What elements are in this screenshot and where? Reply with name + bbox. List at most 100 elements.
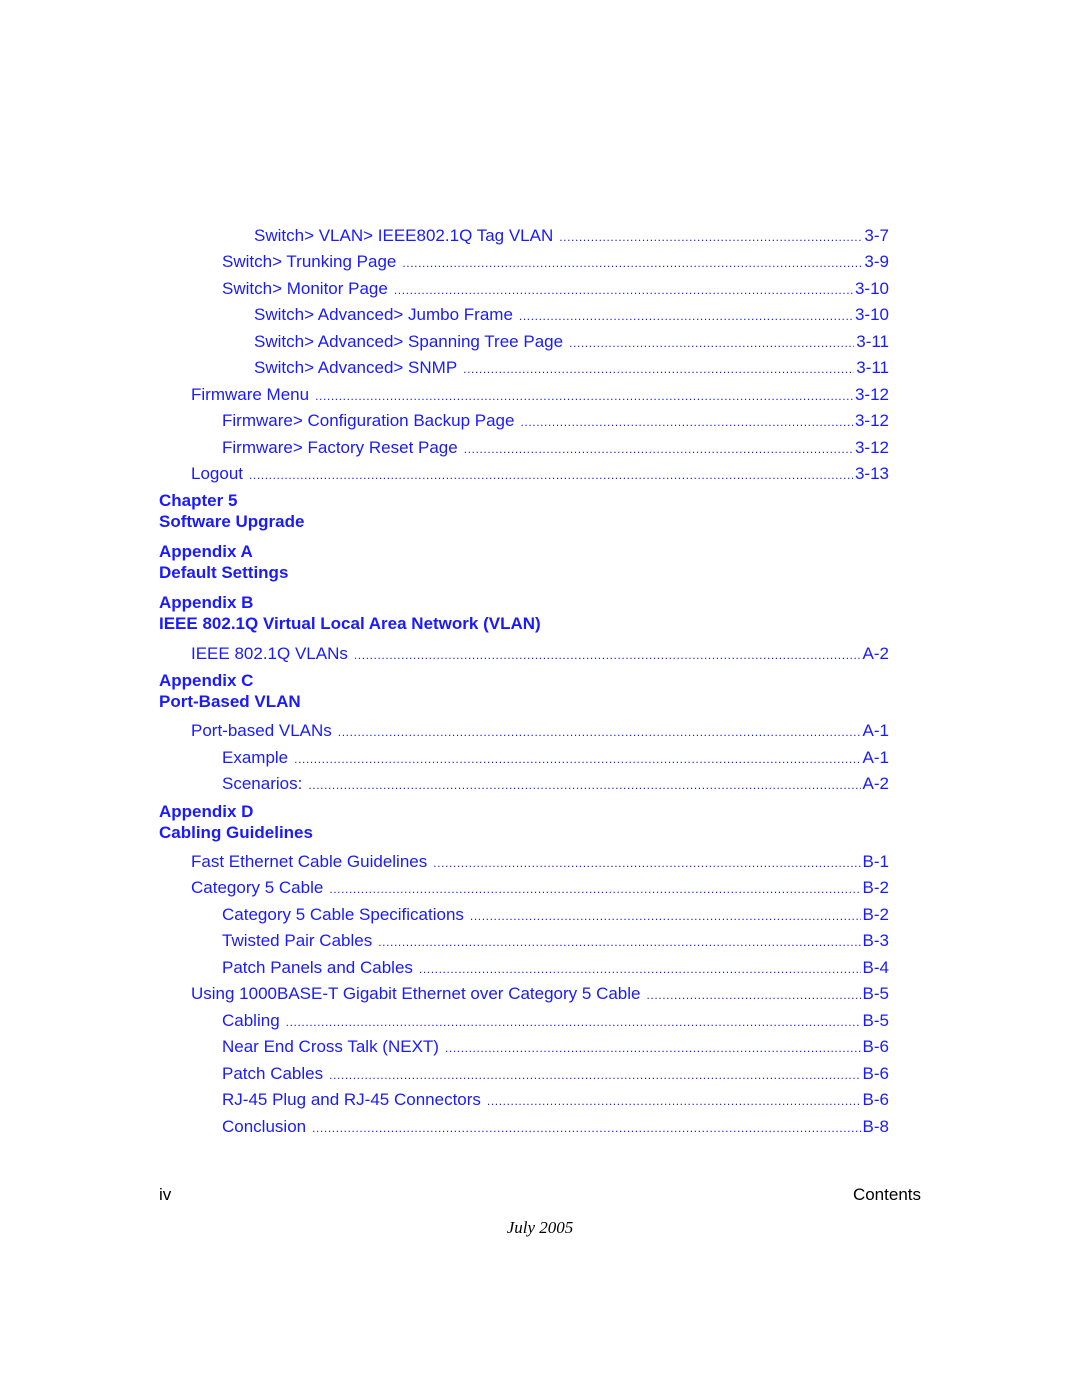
toc-entry-page: 3-12 (854, 385, 889, 404)
toc-entry-page: B-5 (862, 1011, 889, 1030)
toc-entry-page: 3-11 (856, 332, 889, 351)
toc-entry[interactable]: Switch> Trunking Page 3-9 (222, 252, 889, 273)
toc-entry-title: Scenarios: (222, 774, 303, 793)
toc-entry[interactable]: Firmware> Factory Reset Page 3-12 (222, 438, 889, 459)
toc-entry[interactable]: Logout 3-13 (191, 464, 889, 485)
appendix-c-label[interactable]: Appendix C (159, 670, 253, 691)
toc-entry[interactable]: Patch Cables B-6 (222, 1064, 889, 1085)
appendix-a-title[interactable]: Default Settings (159, 562, 288, 583)
dot-leader (394, 279, 853, 300)
dot-leader (463, 358, 854, 379)
dot-leader (519, 305, 853, 326)
toc-entry-title: Patch Panels and Cables (222, 958, 413, 977)
chapter-5-title[interactable]: Software Upgrade (159, 511, 304, 532)
toc-entry[interactable]: Switch> Advanced> SNMP 3-11 (254, 358, 889, 379)
dot-leader (308, 774, 860, 795)
toc-entry-page: B-6 (862, 1064, 889, 1083)
toc-entry[interactable]: Example A-1 (222, 748, 889, 769)
toc-entry-page: 3-10 (854, 279, 889, 298)
toc-entry-page: B-8 (862, 1117, 889, 1136)
toc-entry-page: 3-10 (854, 305, 889, 324)
toc-entry[interactable]: Port-based VLANs A-1 (191, 721, 889, 742)
toc-entry-page: B-2 (862, 878, 889, 897)
dot-leader (312, 1117, 860, 1138)
dot-leader (329, 878, 860, 899)
toc-entry-title: Category 5 Cable Specifications (222, 905, 464, 924)
dot-leader (249, 464, 853, 485)
toc-entry-title: Switch> Trunking Page (222, 252, 397, 271)
toc-entry-page: A-1 (862, 748, 889, 767)
toc-entry-title: Conclusion (222, 1117, 307, 1136)
toc-entry[interactable]: Near End Cross Talk (NEXT) B-6 (222, 1037, 889, 1058)
appendix-b-label[interactable]: Appendix B (159, 592, 253, 613)
toc-entry[interactable]: Using 1000BASE-T Gigabit Ethernet over C… (191, 984, 889, 1005)
toc-entry[interactable]: Conclusion B-8 (222, 1117, 889, 1138)
toc-entry-title: Switch> Advanced> Spanning Tree Page (254, 332, 564, 351)
appendix-a-label[interactable]: Appendix A (159, 541, 253, 562)
toc-entry-title: Logout (191, 464, 243, 483)
toc-entry-title: Cabling (222, 1011, 280, 1030)
toc-entry[interactable]: Cabling B-5 (222, 1011, 889, 1032)
toc-entry[interactable]: Switch> Advanced> Spanning Tree Page 3-11 (254, 332, 889, 353)
toc-entry-page: B-2 (862, 905, 889, 924)
toc-entry-title: IEEE 802.1Q VLANs (191, 644, 348, 663)
toc-entry[interactable]: Category 5 Cable B-2 (191, 878, 889, 899)
toc-entry-title: Fast Ethernet Cable Guidelines (191, 852, 428, 871)
toc-entry-title: Firmware> Configuration Backup Page (222, 411, 515, 430)
footer-date: July 2005 (506, 1218, 574, 1237)
toc-entry-page: 3-7 (864, 226, 889, 245)
appendix-d-label[interactable]: Appendix D (159, 801, 253, 822)
toc-entry[interactable]: Switch> Monitor Page 3-10 (222, 279, 889, 300)
dot-leader (445, 1037, 861, 1058)
toc-entry-page: A-1 (862, 721, 889, 740)
toc-entry-title: Switch> Advanced> Jumbo Frame (254, 305, 513, 324)
toc-entry[interactable]: Switch> VLAN> IEEE802.1Q Tag VLAN 3-7 (254, 226, 889, 247)
dot-leader (402, 252, 862, 273)
footer-section-name: Contents (852, 1185, 921, 1204)
dot-leader (464, 438, 853, 459)
toc-entry-title: Switch> Monitor Page (222, 279, 388, 298)
toc-entry[interactable]: Twisted Pair Cables B-3 (222, 931, 889, 952)
dot-leader (569, 332, 854, 353)
appendix-b-title[interactable]: IEEE 802.1Q Virtual Local Area Network (… (159, 613, 541, 634)
toc-entry[interactable]: RJ-45 Plug and RJ-45 Connectors B-6 (222, 1090, 889, 1111)
toc-entry-title: Patch Cables (222, 1064, 324, 1083)
toc-entry-page: B-6 (862, 1090, 889, 1109)
toc-entry-page: B-5 (862, 984, 889, 1003)
toc-entry-page: 3-12 (854, 411, 889, 430)
toc-entry[interactable]: IEEE 802.1Q VLANs A-2 (191, 644, 889, 665)
dot-leader (294, 748, 860, 769)
toc-entry[interactable]: Patch Panels and Cables B-4 (222, 958, 889, 979)
toc-entry[interactable]: Firmware Menu 3-12 (191, 385, 889, 406)
toc-entry-page: B-3 (862, 931, 889, 950)
toc-entry-title: Category 5 Cable (191, 878, 324, 897)
toc-entry[interactable]: Fast Ethernet Cable Guidelines B-1 (191, 852, 889, 873)
dot-leader (433, 852, 860, 873)
appendix-c-title[interactable]: Port-Based VLAN (159, 691, 301, 712)
toc-entry-title: Port-based VLANs (191, 721, 332, 740)
toc-entry-page: 3-11 (856, 358, 889, 377)
toc-entry-title: Example (222, 748, 289, 767)
toc-entry-page: 3-12 (854, 438, 889, 457)
chapter-5-label[interactable]: Chapter 5 (159, 490, 237, 511)
appendix-d-title[interactable]: Cabling Guidelines (159, 822, 313, 843)
dot-leader (647, 984, 861, 1005)
toc-entry[interactable]: Firmware> Configuration Backup Page 3-12 (222, 411, 889, 432)
dot-leader (520, 411, 853, 432)
toc-entry-title: Switch> Advanced> SNMP (254, 358, 458, 377)
toc-entry[interactable]: Category 5 Cable Specifications B-2 (222, 905, 889, 926)
toc-entry-title: Near End Cross Talk (NEXT) (222, 1037, 439, 1056)
toc-entry-page: 3-13 (854, 464, 889, 483)
toc-entry-page: B-6 (862, 1037, 889, 1056)
toc-entry-title: Twisted Pair Cables (222, 931, 373, 950)
toc-entry-page: A-2 (862, 774, 889, 793)
toc-entry-page: 3-9 (864, 252, 889, 271)
toc-entry-title: Firmware Menu (191, 385, 310, 404)
toc-entry-page: B-1 (862, 852, 889, 871)
toc-entry[interactable]: Switch> Advanced> Jumbo Frame 3-10 (254, 305, 889, 326)
dot-leader (559, 226, 862, 247)
toc-entry[interactable]: Scenarios: A-2 (222, 774, 889, 795)
dot-leader (470, 905, 861, 926)
dot-leader (329, 1064, 860, 1085)
toc-entry-title: Firmware> Factory Reset Page (222, 438, 458, 457)
